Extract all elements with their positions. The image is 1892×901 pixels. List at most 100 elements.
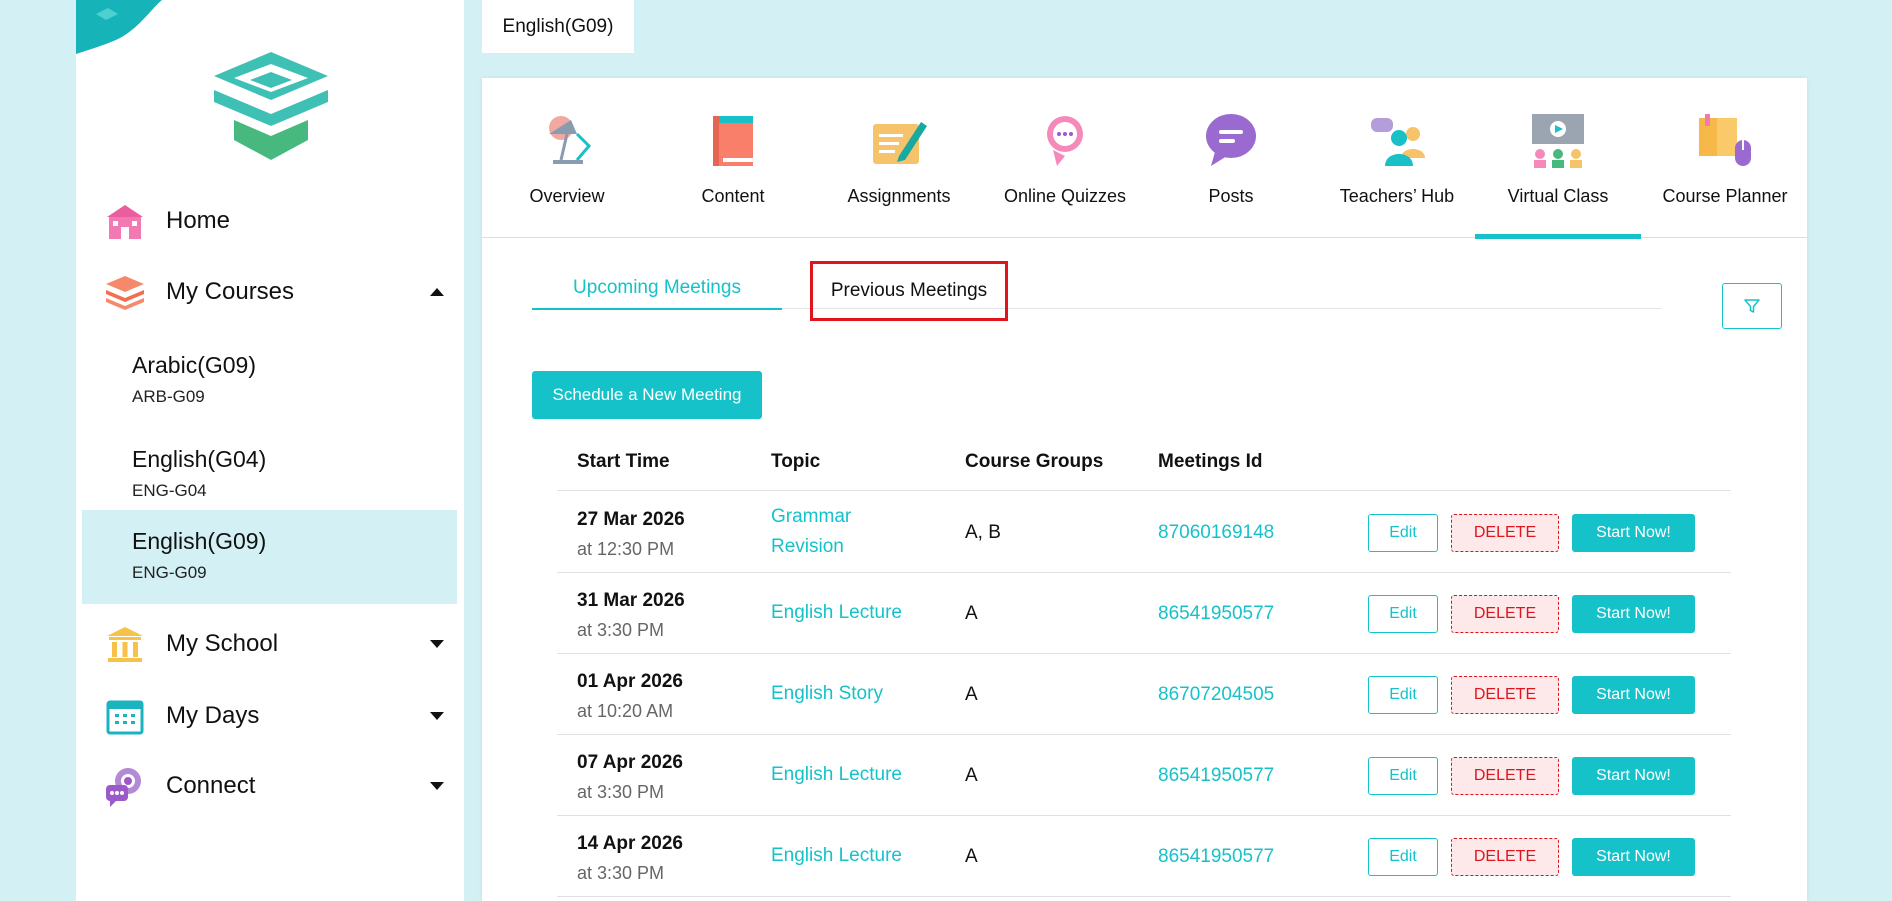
sidebar-item-my-school[interactable]: My School [76, 622, 464, 666]
course-name: Arabic(G09) [132, 352, 256, 378]
filter-button[interactable] [1722, 283, 1782, 329]
start-time-cell: 27 Mar 2026 at 12:30 PM [577, 509, 685, 560]
table-row: 14 Apr 2026 at 3:30 PM English Lecture A… [557, 816, 1731, 897]
edit-button[interactable]: Edit [1368, 676, 1438, 714]
sidebar-item-connect[interactable]: Connect [76, 764, 464, 808]
meeting-topic-link[interactable]: Grammar Revision [771, 502, 921, 562]
meeting-topic-link[interactable]: English Lecture [771, 841, 971, 871]
sidebar-item-home[interactable]: Home [76, 199, 464, 243]
module-label: Posts [1208, 186, 1254, 206]
course-code: ENG-G04 [132, 481, 207, 500]
edit-button[interactable]: Edit [1368, 757, 1438, 795]
delete-button[interactable]: DELETE [1451, 514, 1559, 552]
column-header-topic: Topic [771, 451, 821, 472]
meeting-time: at 10:20 AM [577, 701, 674, 721]
virtual-class-icon [1532, 114, 1584, 168]
tab-previous-meetings[interactable]: Previous Meetings [810, 261, 1008, 321]
sidebar-item-label: Home [166, 207, 231, 234]
delete-button[interactable]: DELETE [1451, 676, 1559, 714]
course-name: English(G09) [132, 528, 267, 554]
teachers-icon [1371, 118, 1425, 166]
start-time-cell: 01 Apr 2026 at 10:20 AM [577, 671, 683, 722]
meeting-topic-link[interactable]: English Lecture [771, 598, 971, 628]
schedule-new-meeting-button[interactable]: Schedule a New Meeting [532, 371, 762, 419]
start-now-button[interactable]: Start Now! [1572, 595, 1695, 633]
start-now-button[interactable]: Start Now! [1572, 757, 1695, 795]
chevron-down-icon[interactable] [430, 640, 444, 648]
meeting-groups: A [965, 603, 978, 624]
table-row: 31 Mar 2026 at 3:30 PM English Lecture A… [557, 573, 1731, 654]
module-assignments[interactable]: Assignments [816, 78, 982, 238]
school-pillars-icon [104, 623, 146, 665]
start-now-button[interactable]: Start Now! [1572, 514, 1695, 552]
module-label: Assignments [847, 186, 951, 206]
meeting-time: at 3:30 PM [577, 620, 665, 640]
sidebar-item-label: Connect [166, 772, 256, 799]
meeting-id-link[interactable]: 86707204505 [1158, 684, 1274, 706]
chevron-down-icon[interactable] [430, 712, 444, 720]
start-now-button[interactable]: Start Now! [1572, 838, 1695, 876]
chevron-up-icon[interactable] [430, 288, 444, 296]
module-posts[interactable]: Posts [1148, 78, 1314, 238]
delete-button[interactable]: DELETE [1451, 838, 1559, 876]
meetings-table-header: Start Time Topic Course Groups Meetings … [557, 451, 1731, 491]
sidebar-course-english-g09[interactable]: English(G09) ENG-G09 [82, 510, 457, 604]
delete-button[interactable]: DELETE [1451, 595, 1559, 633]
course-code: ARB-G09 [132, 387, 205, 406]
main-card: Overview Content Assignments Online Quiz… [482, 78, 1807, 901]
quiz-icon [1047, 116, 1083, 166]
start-now-button[interactable]: Start Now! [1572, 676, 1695, 714]
module-label: Online Quizzes [1003, 186, 1127, 206]
filter-icon [1744, 299, 1760, 313]
meeting-id-link[interactable]: 86541950577 [1158, 846, 1274, 868]
course-title-tab[interactable]: English(G09) [482, 0, 634, 53]
module-virtual-class[interactable]: Virtual Class [1475, 78, 1641, 239]
table-row: 01 Apr 2026 at 10:20 AM English Story A … [557, 654, 1731, 735]
meeting-groups: A, B [965, 522, 1001, 543]
sidebar-item-label: My School [166, 630, 279, 657]
module-online-quizzes[interactable]: Online Quizzes [982, 78, 1148, 238]
edit-button[interactable]: Edit [1368, 595, 1438, 633]
module-course-planner[interactable]: Course Planner [1642, 78, 1808, 238]
sidebar-item-label: My Days [166, 702, 260, 729]
module-overview[interactable]: Overview [484, 78, 650, 238]
book-icon [713, 116, 753, 166]
sidebar-item-my-days[interactable]: My Days [76, 694, 464, 738]
delete-button[interactable]: DELETE [1451, 757, 1559, 795]
column-header-start-time: Start Time [577, 451, 670, 472]
meeting-groups: A [965, 765, 978, 786]
meeting-id-link[interactable]: 86541950577 [1158, 603, 1274, 625]
module-label: Course Planner [1662, 186, 1788, 206]
table-row: 27 Mar 2026 at 12:30 PM Grammar Revision… [557, 492, 1731, 573]
module-label: Overview [529, 186, 605, 206]
lamp-icon [549, 116, 592, 164]
meeting-time: at 3:30 PM [577, 782, 665, 802]
meeting-id-link[interactable]: 86541950577 [1158, 765, 1274, 787]
sidebar-item-my-courses[interactable]: My Courses [76, 270, 464, 314]
corner-decoration-icon [76, 0, 162, 54]
edit-button[interactable]: Edit [1368, 838, 1438, 876]
meeting-topic-link[interactable]: English Lecture [771, 760, 971, 790]
meeting-date: 31 Mar 2026 [577, 590, 685, 611]
module-label: Virtual Class [1507, 186, 1609, 206]
sidebar-course-english-g04[interactable]: English(G04) ENG-G04 [82, 428, 457, 522]
column-header-meetings-id: Meetings Id [1158, 451, 1263, 472]
meeting-time: at 3:30 PM [577, 863, 665, 883]
planner-icon [1699, 114, 1751, 166]
chat-icon [1206, 114, 1256, 166]
school-logo [214, 52, 328, 160]
chevron-down-icon[interactable] [430, 782, 444, 790]
meeting-time: at 12:30 PM [577, 539, 675, 559]
meeting-groups: A [965, 684, 978, 705]
meeting-id-link[interactable]: 87060169148 [1158, 522, 1274, 544]
module-teachers-hub[interactable]: Teachers’ Hub [1314, 78, 1480, 238]
start-time-cell: 14 Apr 2026 at 3:30 PM [577, 833, 683, 884]
module-label: Content [701, 186, 765, 206]
module-label: Teachers’ Hub [1339, 186, 1455, 206]
calendar-icon [104, 695, 146, 737]
edit-button[interactable]: Edit [1368, 514, 1438, 552]
tab-upcoming-meetings[interactable]: Upcoming Meetings [532, 268, 782, 310]
sidebar-course-arabic-g09[interactable]: Arabic(G09) ARB-G09 [82, 334, 457, 428]
module-content[interactable]: Content [650, 78, 816, 238]
meeting-topic-link[interactable]: English Story [771, 679, 971, 709]
